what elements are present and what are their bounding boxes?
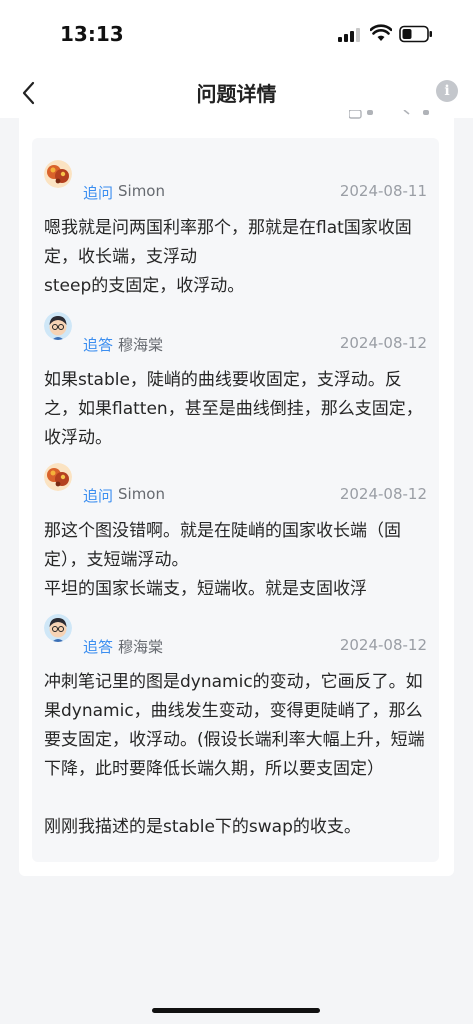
- follow-up-thread: 追问 Simon 2024-08-11 嗯我就是问两国利率那个，那就是在flat…: [32, 138, 439, 862]
- follow-up-answer-label: 追答: [83, 336, 114, 354]
- food-avatar[interactable]: [44, 160, 72, 188]
- status-bar: 13:13: [0, 0, 473, 70]
- message-text: 冲刺笔记里的图是dynamic的变动，它画反了。如果dynamic，曲线发生变动…: [44, 672, 425, 837]
- message-text: 那这个图没错啊。就是在陡峭的国家收长端（固定），支短端浮动。 平坦的国家长端支，…: [44, 521, 401, 599]
- username: Simon: [118, 485, 165, 503]
- message-text: 如果stable，陡峭的曲线要收固定，支浮动。反之，如果flatten，甚至是曲…: [44, 370, 423, 448]
- cellular-signal-icon: [338, 26, 362, 42]
- follow-up-question-label: 追问: [83, 487, 114, 505]
- scrolled-stats-row: [349, 110, 439, 124]
- battery-icon: [399, 25, 432, 43]
- status-time: 13:13: [60, 22, 124, 46]
- info-icon[interactable]: i: [436, 80, 458, 102]
- follow-up-question-label: 追问: [83, 184, 114, 202]
- post-date: 2024-08-12: [339, 485, 427, 503]
- username: Simon: [118, 182, 165, 200]
- page-title: 问题详情: [196, 82, 277, 106]
- teacher-avatar[interactable]: [44, 614, 72, 642]
- food-avatar[interactable]: [44, 463, 72, 491]
- username: 穆海棠: [118, 336, 164, 354]
- follow-up-answer-label: 追答: [83, 638, 114, 656]
- wifi-icon: [370, 24, 392, 41]
- post-date: 2024-08-12: [339, 636, 427, 654]
- message-text: 嗯我就是问两国利率那个，那就是在flat国家收固定，收长端，支浮动 steep的…: [44, 218, 412, 296]
- teacher-avatar[interactable]: [44, 312, 72, 340]
- question-detail-card: 追问 Simon 2024-08-11 嗯我就是问两国利率那个，那就是在flat…: [19, 110, 454, 876]
- post-date: 2024-08-12: [339, 334, 427, 352]
- home-indicator[interactable]: [152, 1008, 320, 1013]
- username: 穆海棠: [118, 638, 164, 656]
- post-date: 2024-08-11: [339, 182, 427, 200]
